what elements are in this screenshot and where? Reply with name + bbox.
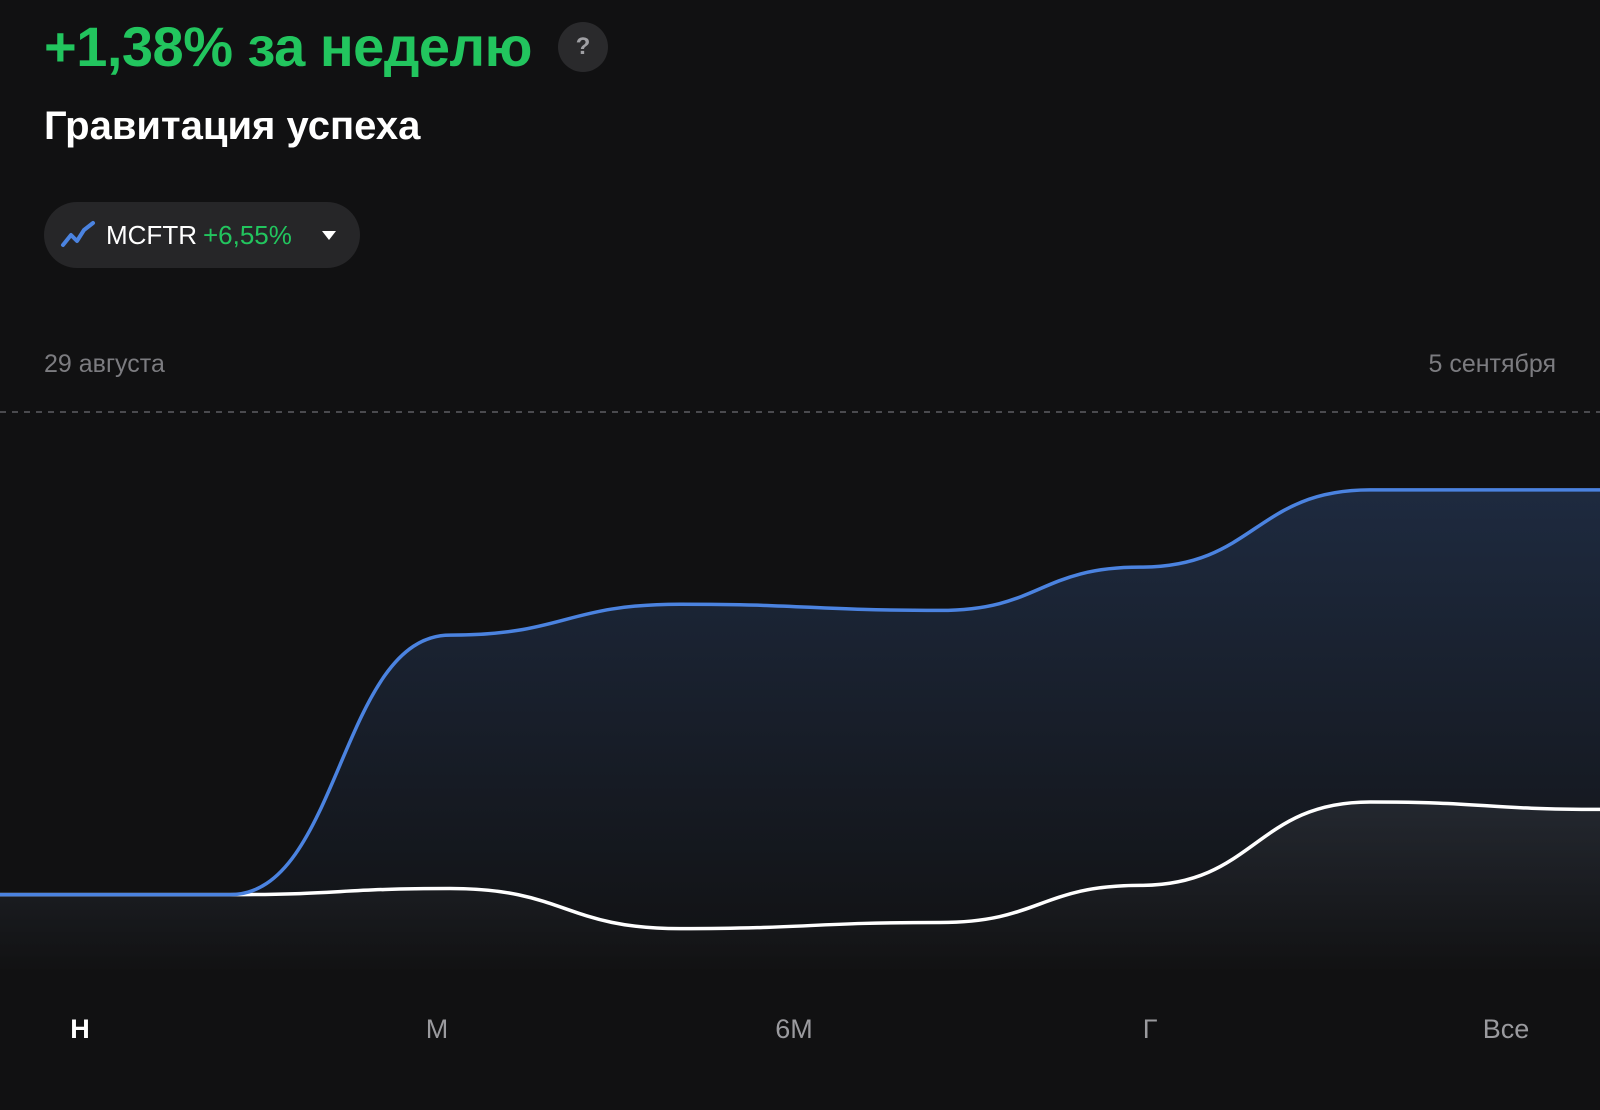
weekly-change: +1,38% за неделю <box>44 15 532 78</box>
benchmark-change: +6,55% <box>202 219 292 250</box>
period-tabs: Н М 6М Г Все <box>0 1000 1600 1070</box>
tab-year[interactable]: Г <box>1133 1008 1168 1051</box>
chart-start-date: 29 августа <box>44 350 165 378</box>
tab-week[interactable]: Н <box>60 1008 100 1051</box>
help-button[interactable]: ? <box>557 21 608 72</box>
tab-all[interactable]: Все <box>1473 1008 1540 1051</box>
chart-end-date: 5 сентября <box>1428 350 1556 378</box>
portfolio-name: Гравитация успеха <box>44 104 421 148</box>
caret-down-icon <box>320 228 338 242</box>
tab-month[interactable]: М <box>416 1008 459 1051</box>
tab-6-months[interactable]: 6М <box>765 1008 823 1051</box>
headline: +1,38% за неделю ? <box>44 14 608 79</box>
trend-line-icon <box>60 220 96 250</box>
benchmark-selector[interactable]: MCFTR +6,55% <box>44 202 360 268</box>
performance-chart <box>0 411 1600 975</box>
benchmark-ticker: MCFTR <box>106 219 197 250</box>
